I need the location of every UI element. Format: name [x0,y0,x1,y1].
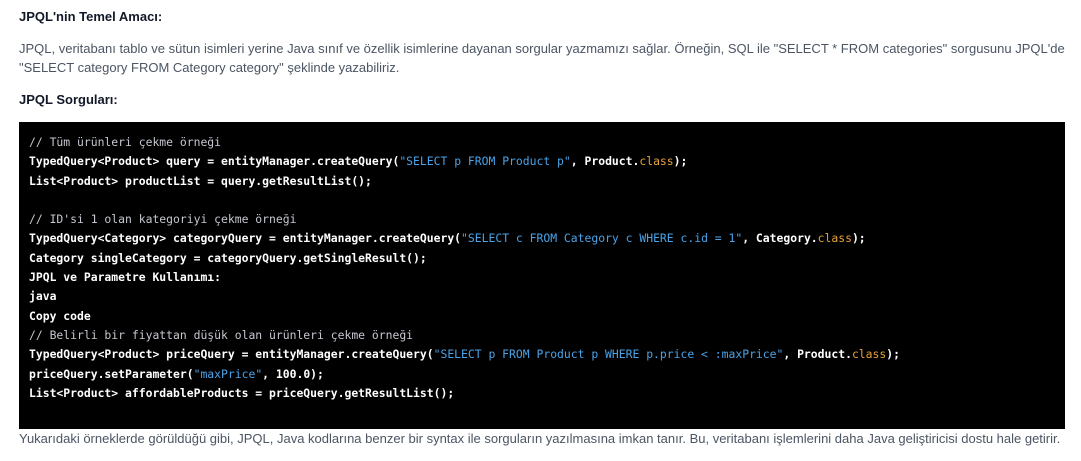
code-token-plain: , 100.0); [262,366,324,381]
code-token-keyword: class [851,347,887,362]
code-line: priceQuery.setParameter("maxPrice", 100.… [29,365,1065,384]
code-block[interactable]: // Tüm ürünleri çekme örneği TypedQuery<P… [19,122,1065,429]
code-token-comment: // Belirli bir fiyattan düşük olan ürünl… [29,327,414,342]
code-token-plain: TypedQuery<Category> categoryQuery = ent… [29,231,462,246]
code-line: TypedQuery<Category> categoryQuery = ent… [29,229,1065,248]
code-line: // Belirli bir fiyattan düşük olan ürünl… [29,326,1065,345]
purpose-heading: JPQL'nin Temel Amacı: [19,9,163,24]
code-token-string: "SELECT p FROM Product p WHERE p.price <… [433,347,784,362]
code-token-plain: List<Product> affordableProducts = price… [29,385,455,400]
code-token-plain: Copy code [29,308,91,323]
closing-paragraph: Yukarıdaki örneklerde görüldüğü gibi, JP… [19,431,1061,446]
code-line: TypedQuery<Product> query = entityManage… [29,152,1065,171]
code-token-keyword: class [817,231,852,246]
code-token-plain: , Product. [570,154,640,169]
code-token-plain: , Product. [783,347,852,362]
purpose-paragraph: JPQL, veritabanı tablo ve sütun isimleri… [19,41,1065,75]
code-token-plain: ); [851,231,866,246]
code-line: List<Product> productList = query.getRes… [29,172,1065,191]
code-token-string: "SELECT c FROM Category c WHERE c.id = 1… [461,231,743,246]
code-token-string: "SELECT p FROM Product p" [399,154,571,169]
code-token-plain: ); [886,347,900,362]
queries-heading: JPQL Sorguları: [19,92,118,107]
code-line: JPQL ve Parametre Kullanımı: [29,268,1065,287]
code-token-plain: Category singleCategory = categoryQuery.… [29,250,427,265]
code-token-keyword: class [639,154,674,169]
code-line: // Tüm ürünleri çekme örneği [29,133,1065,152]
code-token-plain: TypedQuery<Product> priceQuery = entityM… [29,347,434,362]
code-token-comment: // ID'si 1 olan kategoriyi çekme örneği [29,212,297,227]
code-token-plain: , Category. [742,231,818,246]
code-token-plain: List<Product> productList = query.getRes… [29,173,372,188]
code-token-plain: java [29,289,57,304]
code-token-plain: ); [673,154,688,169]
code-line: java [29,287,1065,306]
code-line: Copy code [29,307,1065,326]
code-token-plain: TypedQuery<Product> query = entityManage… [29,154,400,169]
code-line: TypedQuery<Product> priceQuery = entityM… [29,345,1065,364]
code-token-plain: JPQL ve Parametre Kullanımı: [29,270,222,285]
code-line: List<Product> affordableProducts = price… [29,384,1065,403]
code-token-string: "maxPrice" [193,366,263,381]
code-token-comment: // Tüm ürünleri çekme örneği [29,135,222,149]
code-line: // ID'si 1 olan kategoriyi çekme örneği [29,210,1065,229]
code-line: Category singleCategory = categoryQuery.… [29,249,1065,268]
code-token-plain: priceQuery.setParameter( [29,366,194,381]
